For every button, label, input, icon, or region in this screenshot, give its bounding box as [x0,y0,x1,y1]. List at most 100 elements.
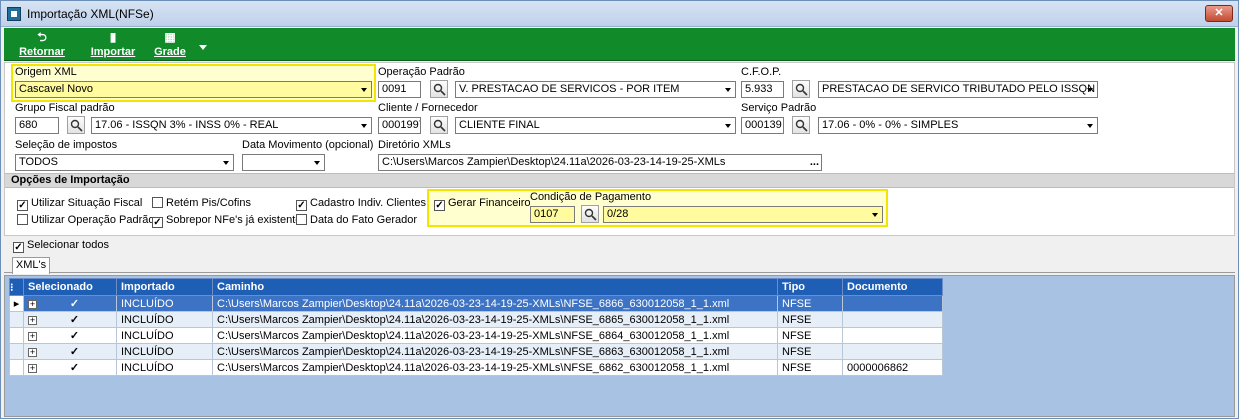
documento-cell [842,327,943,344]
cfop-select[interactable]: PRESTACAO DE SERVICO TRIBUTADO PELO ISSQ… [818,81,1098,98]
search-icon [70,119,83,132]
check-icon[interactable]: ✓ [69,362,80,374]
check-icon[interactable]: ✓ [69,314,80,326]
origem-select[interactable]: Cascavel Novo [15,81,372,98]
operacao-search-button[interactable] [430,80,448,98]
data-movimento-label: Data Movimento (opcional) [242,139,374,151]
operacao-value: V. PRESTACAO DE SERVICOS - POR ITEM [459,83,680,95]
cfop-code-field[interactable]: 5.933 [741,81,784,98]
servico-select[interactable]: 17.06 - 0% - 0% - SIMPLES [818,117,1098,134]
check-icon[interactable]: ✓ [69,346,80,358]
expand-icon[interactable]: + [28,347,37,357]
expand-icon[interactable]: + [28,331,37,341]
grade-dropdown-arrow-icon[interactable] [199,45,207,50]
cadastro-indiv-checkbox[interactable]: ✓ Cadastro Indiv. Clientes [296,197,426,211]
tipo-cell: NFSE [777,359,843,376]
col-importado[interactable]: Importado [116,278,213,296]
operacao-label: Operação Padrão [378,66,465,78]
data-movimento-select[interactable] [242,154,325,171]
tipo-cell: NFSE [777,327,843,344]
cliente-select[interactable]: CLIENTE FINAL [455,117,736,134]
selecionado-cell[interactable]: + ✓ [23,295,117,312]
selecionado-cell[interactable]: + ✓ [23,311,117,328]
chevron-down-icon [361,124,367,128]
servico-code-field[interactable]: 000139 [741,117,784,134]
importado-cell: INCLUÍDO [116,343,213,360]
tipo-cell: NFSE [777,311,843,328]
table-row[interactable]: + ✓ INCLUÍDO C:\Users\Marcos Zampier\Desk… [9,359,943,376]
window-title: Importação XML(NFSe) [27,7,154,21]
data-fato-checkbox[interactable]: Data do Fato Gerador [296,214,417,227]
condicao-search-button[interactable] [581,205,599,223]
toolbar: ⮌ Retornar ▮ Importar ▦ Grade [4,28,1235,61]
col-selecionado[interactable]: Selecionado [23,278,117,296]
row-indicator [9,327,24,344]
grupo-search-button[interactable] [67,116,85,134]
tipo-cell: NFSE [777,343,843,360]
utilizar-situacao-checkbox[interactable]: ✓ Utilizar Situação Fiscal [17,197,142,211]
origem-value: Cascavel Novo [19,83,93,95]
table-row[interactable]: + ✓ INCLUÍDO C:\Users\Marcos Zampier\Desk… [9,311,943,328]
impostos-select[interactable]: TODOS [15,154,234,171]
col-caminho[interactable]: Caminho [212,278,778,296]
cfop-search-button[interactable] [792,80,810,98]
search-icon [795,119,808,132]
sobrepor-nfe-checkbox[interactable]: ✓ Sobrepor NFe's já existentes [152,214,307,228]
close-button[interactable]: ✕ [1205,5,1233,22]
col-documento[interactable]: Documento [842,278,943,296]
documento-cell [842,311,943,328]
search-icon [584,208,597,221]
caminho-cell: C:\Users\Marcos Zampier\Desktop\24.11a\2… [212,343,778,360]
diretorio-value: C:\Users\Marcos Zampier\Desktop\24.11a\2… [382,156,726,168]
import-window: Importação XML(NFSe) ✕ ⮌ Retornar ▮ Impo… [0,0,1239,419]
retem-pis-checkbox[interactable]: Retém Pis/Cofins [152,197,251,210]
grupo-value: 17.06 - ISSQN 3% - INSS 0% - REAL [95,119,279,131]
expand-icon[interactable]: + [28,363,37,373]
cfop-label: C.F.O.P. [741,66,782,78]
search-icon [795,83,808,96]
col-tipo[interactable]: Tipo [777,278,843,296]
browse-button[interactable]: ... [810,155,819,170]
row-indicator [9,343,24,360]
servico-value: 17.06 - 0% - 0% - SIMPLES [822,119,959,131]
diretorio-field[interactable]: C:\Users\Marcos Zampier\Desktop\24.11a\2… [378,154,822,171]
selecionar-todos-checkbox[interactable]: ✓ Selecionar todos [13,239,109,253]
row-indicator [9,359,24,376]
expand-icon[interactable]: + [28,315,37,325]
cliente-code-field[interactable]: 0001997 [378,117,421,134]
grupo-select[interactable]: 17.06 - ISSQN 3% - INSS 0% - REAL [91,117,372,134]
row-indicator [9,311,24,328]
retornar-label: Retornar [19,46,65,58]
selecionar-todos-label: Selecionar todos [27,239,109,251]
operacao-code-field[interactable]: 0091 [378,81,421,98]
operacao-select[interactable]: V. PRESTACAO DE SERVICOS - POR ITEM [455,81,736,98]
impostos-value: TODOS [19,156,58,168]
chevron-down-icon [1087,124,1093,128]
cliente-search-button[interactable] [430,116,448,134]
condicao-select[interactable]: 0/28 [603,206,883,223]
gerar-financeiro-checkbox[interactable]: ✓ Gerar Financeiro [434,197,531,211]
condicao-code-field[interactable]: 0107 [530,206,575,223]
xml-grid-area: ⁝ Selecionado Importado Caminho Tipo Doc… [4,275,1235,417]
table-row[interactable]: ▸ + ✓ INCLUÍDO C:\Users\Marcos Zampier\De… [9,295,943,312]
utilizar-operacao-checkbox[interactable]: Utilizar Operação Padrão [17,214,155,227]
selecionado-cell[interactable]: + ✓ [23,327,117,344]
expand-icon[interactable]: + [28,299,37,309]
chevron-down-icon [314,161,320,165]
tab-xmls[interactable]: XML's [12,257,50,274]
selecionado-cell[interactable]: + ✓ [23,343,117,360]
table-row[interactable]: + ✓ INCLUÍDO C:\Users\Marcos Zampier\Desk… [9,327,943,344]
importar-button[interactable]: ▮ Importar [84,30,142,59]
selecionado-cell[interactable]: + ✓ [23,359,117,376]
cfop-value: PRESTACAO DE SERVICO TRIBUTADO PELO ISSQ… [822,83,1096,95]
grupo-code-field[interactable]: 680 [15,117,59,134]
app-icon [7,7,21,21]
servico-search-button[interactable] [792,116,810,134]
importado-cell: INCLUÍDO [116,295,213,312]
grid-menu-icon[interactable]: ⁝ [9,278,24,296]
check-icon[interactable]: ✓ [69,330,80,342]
grade-button[interactable]: ▦ Grade [150,30,190,59]
retornar-button[interactable]: ⮌ Retornar [14,30,70,59]
table-row[interactable]: + ✓ INCLUÍDO C:\Users\Marcos Zampier\Desk… [9,343,943,360]
check-icon[interactable]: ✓ [69,298,80,310]
